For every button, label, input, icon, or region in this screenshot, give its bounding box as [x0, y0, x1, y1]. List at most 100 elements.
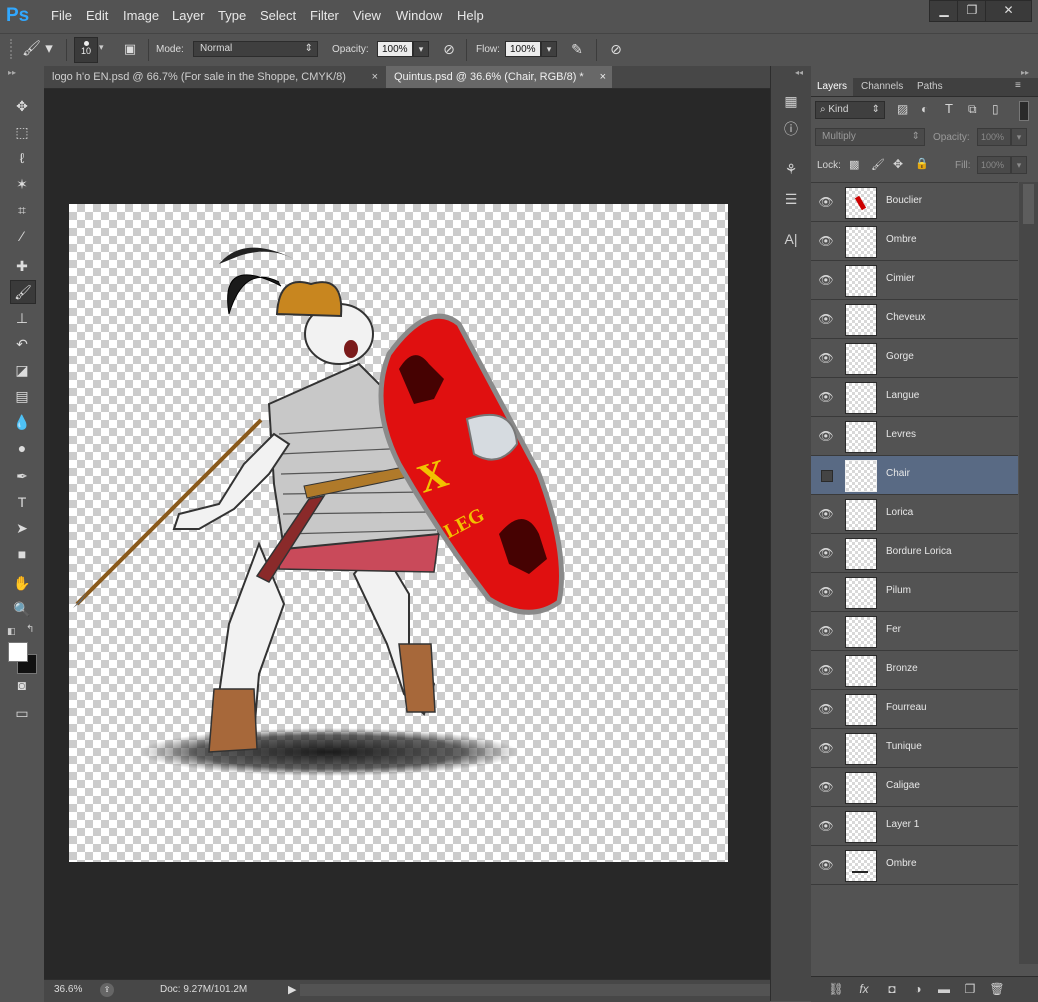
new-adjustment-layer-icon[interactable]: ◑	[909, 981, 927, 997]
menu-layer[interactable]: Layer	[172, 8, 205, 23]
menu-edit[interactable]: Edit	[86, 8, 108, 23]
hand-tool-icon[interactable]: ✋	[10, 572, 34, 594]
tab-paths[interactable]: Paths	[911, 78, 949, 96]
layer-row[interactable]: 👁 Tunique	[811, 729, 1018, 768]
marquee-tool-icon[interactable]: ⬚	[10, 121, 34, 143]
layer-row-selected[interactable]: Chair	[811, 456, 1018, 495]
menu-help[interactable]: Help	[457, 8, 484, 23]
maximize-button[interactable]: ❐	[957, 0, 987, 22]
eye-icon[interactable]: 👁	[818, 584, 834, 600]
default-colors-icon[interactable]: ◧	[7, 626, 16, 637]
filter-toggle[interactable]	[1019, 101, 1029, 121]
eye-icon[interactable]: 👁	[818, 428, 834, 444]
pressure-size-icon[interactable]: ⊘	[605, 39, 627, 59]
flow-dropdown-icon[interactable]: ▾	[541, 41, 557, 57]
layer-row[interactable]: 👁 Ombre	[811, 222, 1018, 261]
document-canvas[interactable]: X LEG	[69, 204, 728, 862]
export-icon[interactable]: ⇪	[100, 983, 114, 997]
brush-tool-preset-icon[interactable]: 🖌 ▾	[22, 38, 56, 60]
eye-icon[interactable]: 👁	[818, 818, 834, 834]
blend-mode-dropdown[interactable]: Multiply ⇕	[815, 128, 925, 146]
info-panel-icon[interactable]: ⓘ	[779, 118, 803, 140]
type-tool-icon[interactable]: T	[10, 491, 34, 513]
eye-icon[interactable]: 👁	[818, 545, 834, 561]
menu-image[interactable]: Image	[123, 8, 159, 23]
move-tool-icon[interactable]: ✥	[10, 95, 34, 117]
magic-wand-icon[interactable]: ✶	[10, 173, 34, 195]
airbrush-icon[interactable]: ✎	[566, 39, 588, 59]
adjustments-panel-icon[interactable]: ☰	[779, 188, 803, 210]
tab-logo-document[interactable]: logo h'o EN.psd @ 66.7% (For sale in the…	[44, 66, 384, 88]
lock-all-icon[interactable]: 🔒	[915, 157, 929, 170]
brush-panel-icon[interactable]: ▣	[120, 40, 140, 58]
quick-mask-icon[interactable]: ◙	[10, 674, 34, 696]
layer-row[interactable]: 👁 Ombre	[811, 846, 1018, 885]
crop-tool-icon[interactable]: ⌗	[10, 199, 34, 221]
tab-layers[interactable]: Layers	[811, 78, 854, 96]
filter-pixel-icon[interactable]: ▨	[897, 102, 908, 116]
screen-mode-icon[interactable]: ▭	[10, 702, 34, 724]
menu-file[interactable]: File	[51, 8, 72, 23]
layer-row[interactable]: 👁 Gorge	[811, 339, 1018, 378]
horizontal-scrollbar[interactable]	[300, 984, 770, 996]
menu-view[interactable]: View	[353, 8, 381, 23]
menu-type[interactable]: Type	[218, 8, 246, 23]
eye-icon[interactable]: 👁	[818, 272, 834, 288]
filter-kind-dropdown[interactable]: ⌕ Kind ⇕	[815, 101, 885, 119]
tab-channels[interactable]: Channels	[855, 78, 909, 96]
layer-row[interactable]: 👁 Fer	[811, 612, 1018, 651]
layer-opacity-dropdown-icon[interactable]: ▾	[1011, 128, 1027, 146]
panel-collapse-icon[interactable]: ▸▸	[1021, 68, 1029, 77]
rectangle-tool-icon[interactable]: ■	[10, 543, 34, 565]
brush-presets-icon[interactable]: ⚘	[779, 158, 803, 180]
history-brush-icon[interactable]: ↶	[10, 333, 34, 355]
filter-shape-icon[interactable]: ⧉	[968, 102, 977, 117]
close-window-button[interactable]: ✕	[985, 0, 1032, 22]
fill-field[interactable]: 100%	[977, 156, 1011, 174]
pressure-opacity-icon[interactable]: ⊘	[438, 39, 460, 59]
new-layer-icon[interactable]: ❐	[961, 981, 979, 997]
brush-size-dropdown-icon[interactable]: ▾	[99, 42, 104, 53]
swap-colors-icon[interactable]: ↰	[26, 624, 34, 635]
character-panel-icon[interactable]: A|	[779, 228, 803, 250]
blur-tool-icon[interactable]: 💧	[10, 411, 34, 433]
dodge-tool-icon[interactable]: ●	[10, 437, 34, 459]
path-selection-icon[interactable]: ➤	[10, 517, 34, 539]
layer-row[interactable]: 👁 Levres	[811, 417, 1018, 456]
gradient-tool-icon[interactable]: ▤	[10, 385, 34, 407]
pen-tool-icon[interactable]: ✒	[10, 465, 34, 487]
filter-smart-object-icon[interactable]: ▯	[992, 102, 999, 116]
healing-brush-icon[interactable]: ✚	[10, 255, 34, 277]
layer-row[interactable]: 👁 Bouclier	[811, 183, 1018, 222]
layer-style-icon[interactable]: fx	[855, 981, 873, 997]
eye-icon[interactable]: 👁	[818, 389, 834, 405]
eye-icon[interactable]: 👁	[818, 623, 834, 639]
layer-opacity-field[interactable]: 100%	[977, 128, 1011, 146]
menu-filter[interactable]: Filter	[310, 8, 339, 23]
layer-row[interactable]: 👁 Bronze	[811, 651, 1018, 690]
layer-row[interactable]: 👁 Lorica	[811, 495, 1018, 534]
delete-layer-icon[interactable]: 🗑	[988, 981, 1006, 997]
scroll-thumb[interactable]	[1023, 184, 1034, 224]
visibility-off-box[interactable]	[821, 470, 833, 482]
foreground-color-swatch[interactable]	[8, 642, 28, 662]
layer-row[interactable]: 👁 Fourreau	[811, 690, 1018, 729]
eraser-tool-icon[interactable]: ◪	[10, 359, 34, 381]
add-mask-icon[interactable]: ◘	[883, 981, 901, 997]
layer-row[interactable]: 👁 Cimier	[811, 261, 1018, 300]
menu-select[interactable]: Select	[260, 8, 296, 23]
brush-size-picker[interactable]: 10	[74, 37, 98, 63]
mode-dropdown[interactable]: Normal ⇕	[193, 41, 318, 57]
layer-row[interactable]: 👁 Bordure Lorica	[811, 534, 1018, 573]
eye-icon[interactable]: 👁	[818, 779, 834, 795]
layers-scrollbar[interactable]	[1019, 182, 1038, 964]
status-menu-arrow-icon[interactable]: ▶	[288, 983, 296, 996]
eye-icon[interactable]: 👁	[818, 662, 834, 678]
flow-field[interactable]: 100%	[505, 41, 541, 57]
layer-row[interactable]: 👁 Cheveux	[811, 300, 1018, 339]
link-layers-icon[interactable]: ⛓	[827, 981, 845, 997]
history-panel-icon[interactable]: ▦	[779, 90, 803, 112]
eye-icon[interactable]: 👁	[818, 857, 834, 873]
new-group-icon[interactable]: ▬	[935, 981, 953, 997]
eye-icon[interactable]: 👁	[818, 740, 834, 756]
